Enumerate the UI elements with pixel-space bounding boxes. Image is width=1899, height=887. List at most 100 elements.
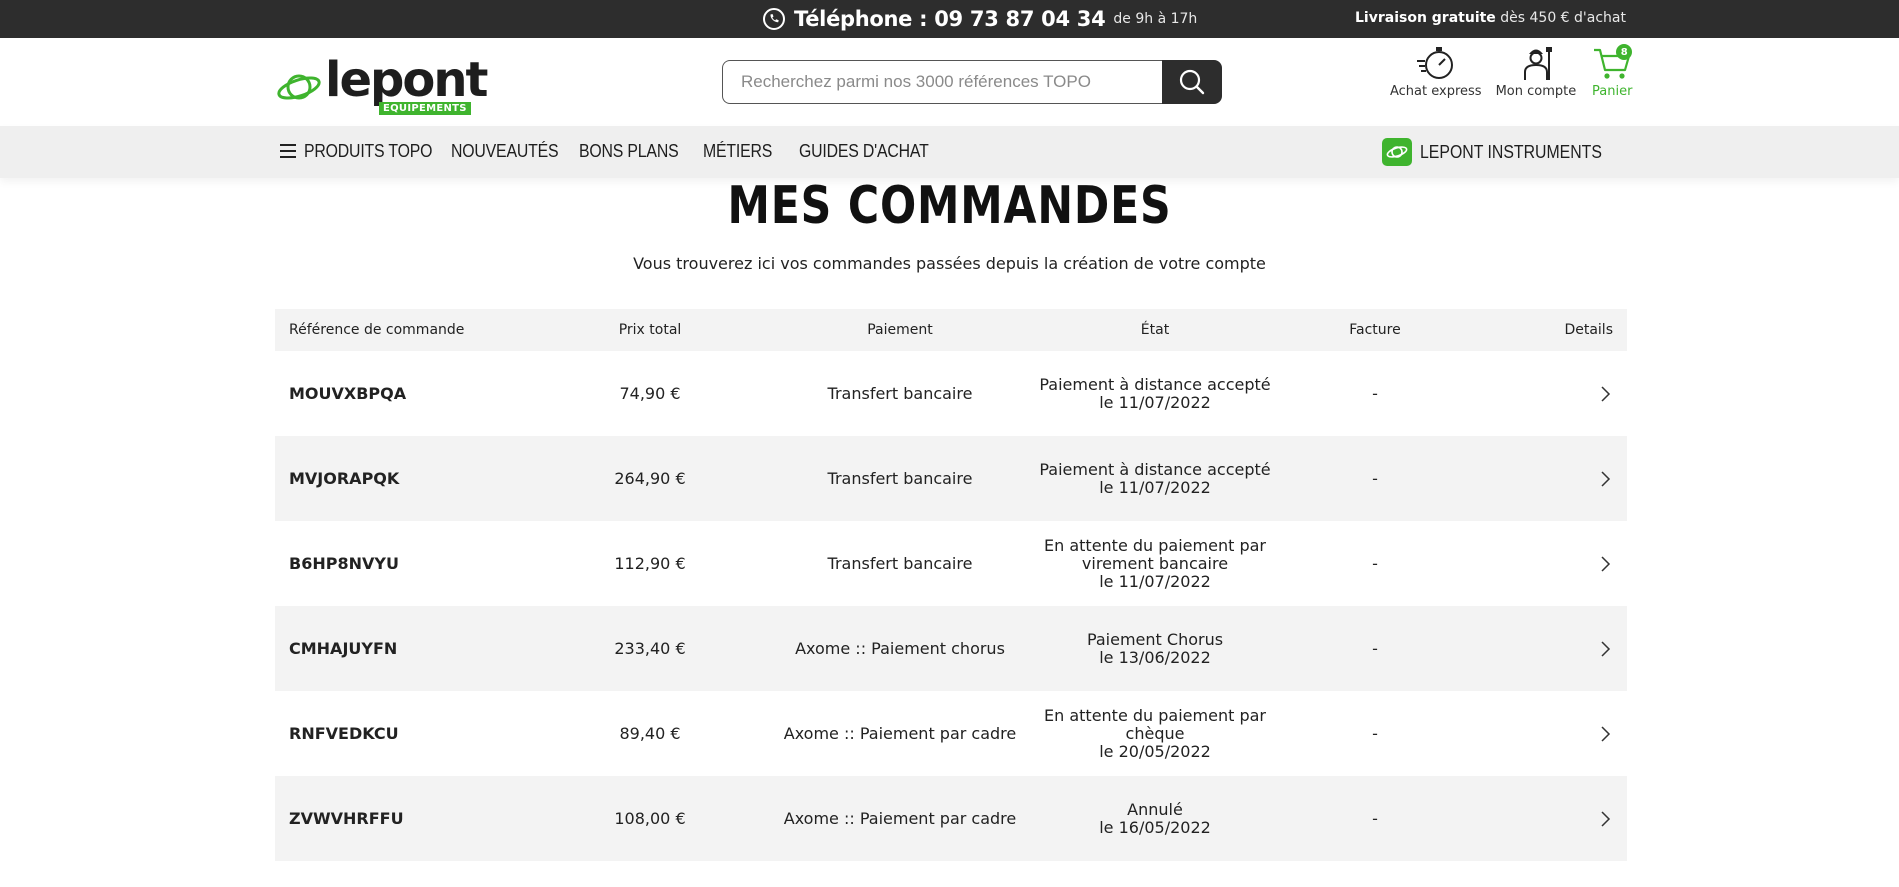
opening-hours: de 9h à 17h [1113,11,1198,27]
express-purchase-button[interactable]: Achat express [1390,44,1482,104]
order-row[interactable]: MOUVXBPQA 74,90 € Transfert bancaire Pai… [275,351,1627,436]
order-invoice: - [1372,383,1378,403]
order-price: 108,00 € [614,808,686,828]
instruments-badge [1382,138,1413,166]
cart-label: Panier [1592,84,1633,99]
chevron-right-icon [1601,470,1611,487]
order-details-link[interactable] [1525,606,1613,691]
top-info-bar: Téléphone : 09 73 87 04 34 de 9h à 17h L… [0,0,1899,38]
logo-tagline: EQUIPEMENTS [379,102,471,115]
order-payment: Transfert bancaire [827,468,973,488]
order-details-link[interactable] [1525,521,1613,606]
order-price: 112,90 € [614,553,686,573]
header-ref: Référence de commande [289,322,465,338]
order-details-link[interactable] [1525,691,1613,776]
order-details-link[interactable] [1525,776,1613,861]
order-ref: ZVWVHRFFU [289,808,404,828]
order-invoice: - [1372,808,1378,828]
order-invoice: - [1372,468,1378,488]
search-bar [722,60,1222,104]
chevron-right-icon [1601,810,1611,827]
order-row[interactable]: B6HP8NVYU 112,90 € Transfert bancaire En… [275,521,1627,606]
order-price: 264,90 € [614,468,686,488]
order-state: En attente du paiement par virement banc… [1035,521,1275,606]
order-state-date: le 13/06/2022 [1099,647,1211,667]
lepont-instruments-link[interactable]: LEPONT INSTRUMENTS [1382,138,1627,166]
order-ref: MOUVXBPQA [289,383,407,403]
order-state-date: le 11/07/2022 [1099,571,1211,591]
order-state-date: le 11/07/2022 [1099,392,1211,412]
stopwatch-icon [1416,47,1453,79]
order-payment: Transfert bancaire [827,383,973,403]
order-payment: Axome :: Paiement par cadre [783,723,1017,743]
nav-item-guides-achat[interactable]: GUIDES D'ACHAT [799,141,929,162]
page-title: MES COMMANDES [727,176,1172,236]
user-surveyor-icon [1523,47,1552,80]
page-subtitle: Vous trouverez ici vos commandes passées… [633,254,1266,273]
order-invoice: - [1372,638,1378,658]
chevron-right-icon [1601,640,1611,657]
search-button[interactable] [1162,60,1222,104]
main-navigation: PRODUITS TOPO NOUVEAUTÉS BONS PLANS MÉTI… [0,126,1899,178]
order-state-text: Paiement Chorus [1086,629,1224,649]
order-ref: B6HP8NVYU [289,553,399,573]
free-delivery-text: dès 450 € d'achat [1495,10,1626,26]
order-price: 233,40 € [614,638,686,658]
free-delivery-notice: Livraison gratuite dès 450 € d'achat [1355,10,1626,26]
chevron-right-icon [1601,385,1611,402]
nav-item-metiers[interactable]: MÉTIERS [703,141,772,162]
search-input[interactable] [722,60,1163,104]
search-icon [1180,69,1205,95]
site-logo[interactable]: lepont EQUIPEMENTS [277,52,488,120]
order-payment: Transfert bancaire [827,553,973,573]
order-state-text: Annulé [1127,799,1183,819]
order-ref: CMHAJUYFN [289,638,398,658]
order-state-date: le 11/07/2022 [1099,477,1211,497]
planet-logo-icon [277,74,321,100]
header-state: État [1140,322,1170,338]
order-row[interactable]: CMHAJUYFN 233,40 € Axome :: Paiement cho… [275,606,1627,691]
phone-contact[interactable]: Téléphone : 09 73 87 04 34 de 9h à 17h [762,6,1197,32]
order-details-link[interactable] [1525,436,1613,521]
account-button[interactable]: Mon compte [1496,44,1576,104]
chevron-right-icon [1601,555,1611,572]
phone-number[interactable]: Téléphone : 09 73 87 04 34 [794,7,1106,31]
order-row[interactable]: RNFVEDKCU 89,40 € Axome :: Paiement par … [275,691,1627,776]
order-ref: RNFVEDKCU [289,723,399,743]
order-row[interactable]: MVJORAPQK 264,90 € Transfert bancaire Pa… [275,436,1627,521]
nav-item-produits-topo[interactable]: PRODUITS TOPO [304,141,432,162]
order-ref: MVJORAPQK [289,468,400,488]
header-actions: Achat express Mon compte 8 Panier [1390,44,1648,104]
orders-table: Référence de commande Prix total Paiemen… [275,309,1627,861]
order-price: 74,90 € [619,383,681,403]
nav-item-nouveautes[interactable]: NOUVEAUTÉS [451,141,559,162]
order-state: Annulé le 16/05/2022 [1035,776,1275,861]
order-payment: Axome :: Paiement chorus [795,638,1005,658]
header-invoice: Facture [1349,322,1401,338]
order-state: Paiement Chorus le 13/06/2022 [1035,606,1275,691]
cart-button[interactable]: 8 Panier [1590,44,1634,104]
order-state: Paiement à distance accepté le 11/07/2022 [1035,351,1275,436]
order-invoice: - [1372,553,1378,573]
order-state-text: En attente du paiement par chèque [1044,705,1266,743]
order-state-text: Paiement à distance accepté [1039,459,1271,479]
order-details-link[interactable] [1525,351,1613,436]
order-payment: Axome :: Paiement par cadre [783,808,1017,828]
nav-item-bons-plans[interactable]: BONS PLANS [579,141,679,162]
order-state-text: Paiement à distance accepté [1039,374,1271,394]
chevron-right-icon [1601,725,1611,742]
header-payment: Paiement [867,322,933,338]
free-delivery-bold: Livraison gratuite [1355,10,1496,26]
logo-wordmark: lepont [325,52,488,108]
planet-icon [1386,146,1408,158]
order-row[interactable]: ZVWVHRFFU 108,00 € Axome :: Paiement par… [275,776,1627,861]
order-state: En attente du paiement par chèque le 20/0… [1035,691,1275,776]
header-price: Prix total [618,322,682,338]
order-state-date: le 20/05/2022 [1099,741,1211,761]
hamburger-menu-icon[interactable] [279,143,297,159]
order-price: 89,40 € [619,723,681,743]
header-details: Details [1564,322,1613,338]
orders-table-header: Référence de commande Prix total Paiemen… [275,309,1627,351]
order-invoice: - [1372,723,1378,743]
phone-icon [763,8,785,30]
